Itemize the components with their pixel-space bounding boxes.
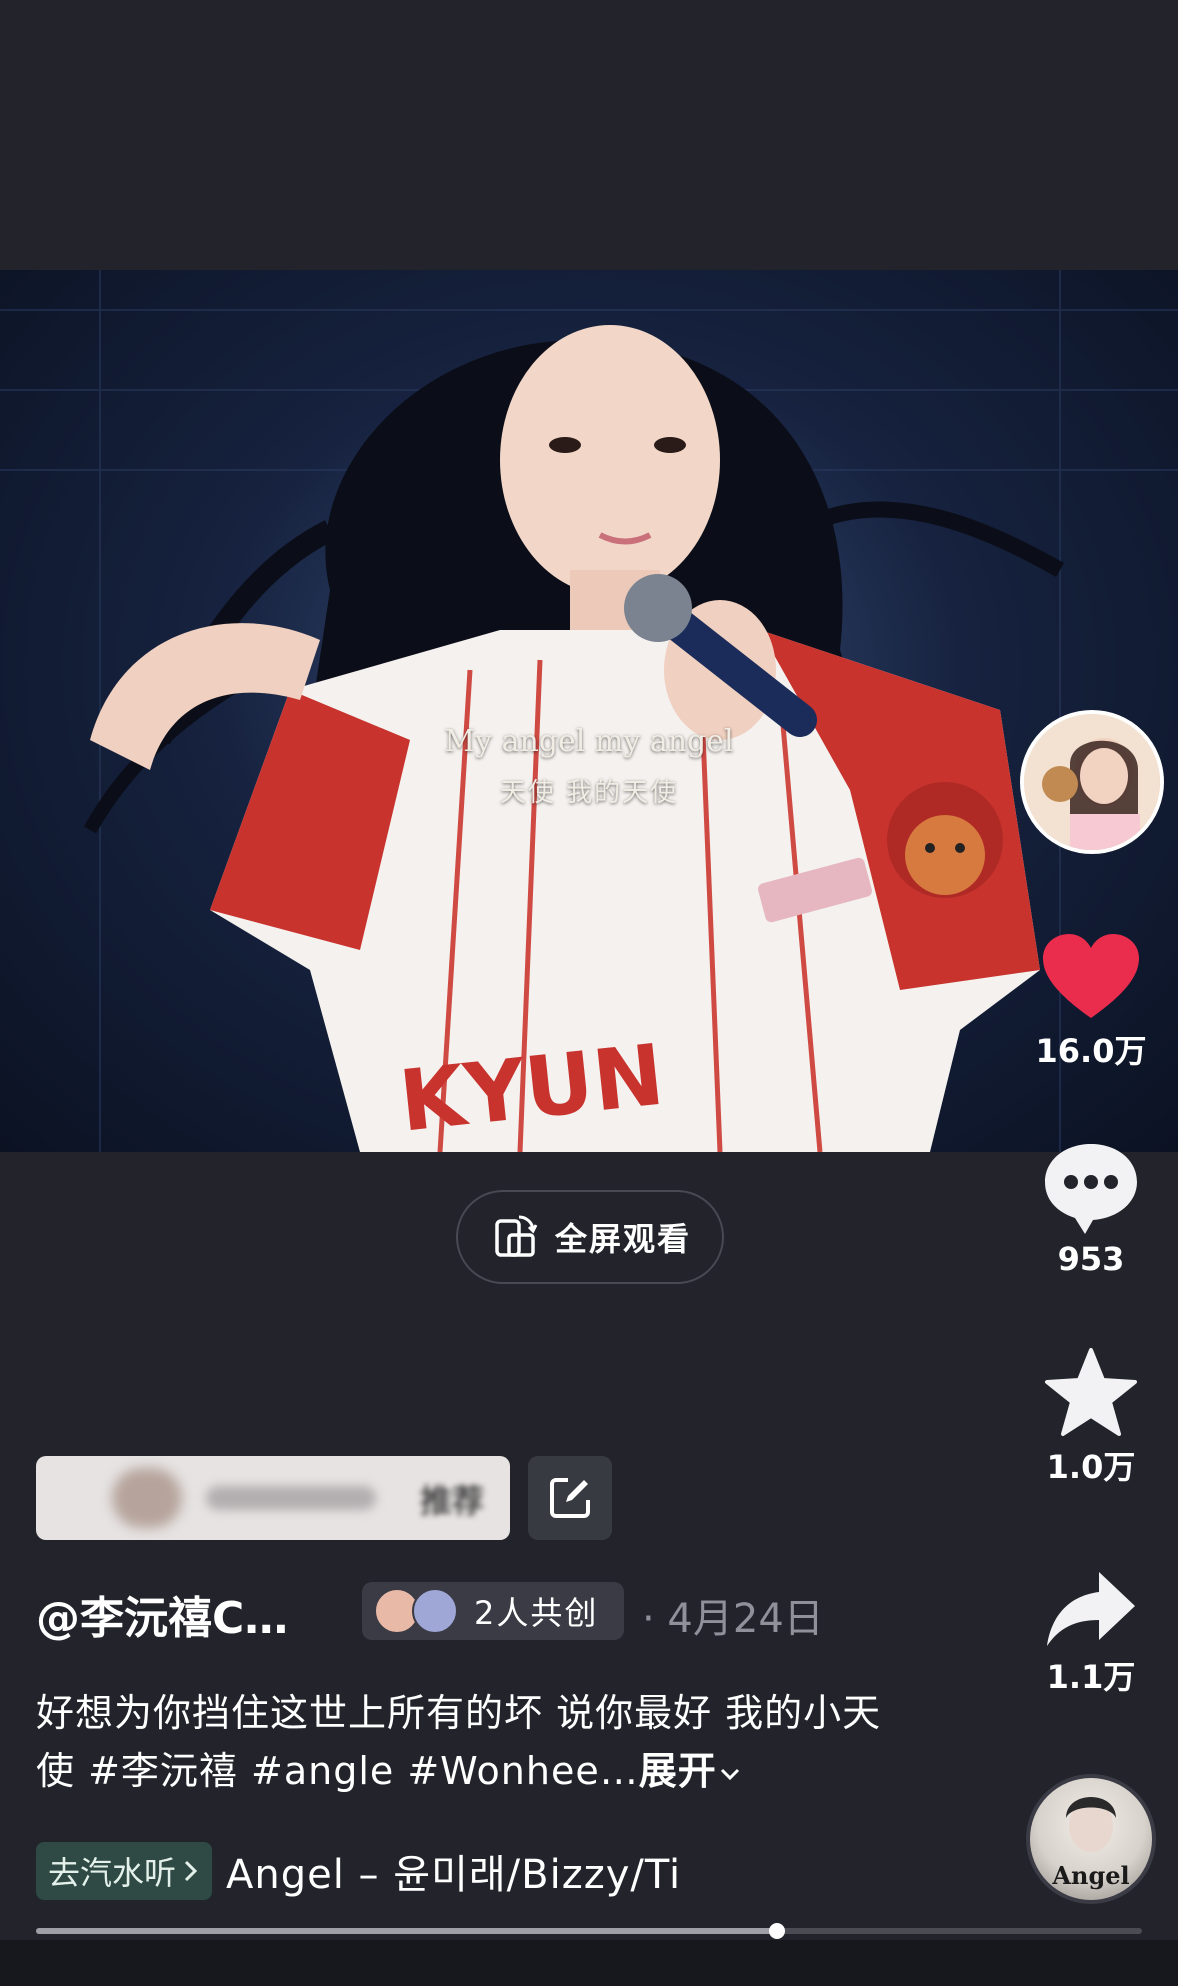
cocreator-avatar [412, 1588, 458, 1634]
edit-button[interactable] [528, 1456, 612, 1540]
cocreator-avatars [374, 1588, 460, 1634]
song-title[interactable]: Angel – 윤미래/Bizzy/Ti [226, 1842, 681, 1900]
expand-label: 展开 [638, 1749, 717, 1793]
video-player[interactable]: KYUN My angel my angel 天使 我的天使 [0, 270, 1178, 1152]
qishui-tag-label: 去汽水听 [48, 1854, 177, 1892]
cocreate-badge[interactable]: 2人共创 [362, 1582, 624, 1640]
chevron-down-icon [720, 1768, 739, 1780]
fullscreen-button[interactable]: 全屏观看 [456, 1190, 724, 1284]
subtitle-chinese: 天使 我的天使 [499, 778, 679, 808]
author-name[interactable]: @李沅禧C… [36, 1582, 288, 1646]
favorite-button[interactable]: 1.0万 [1016, 1346, 1166, 1488]
edit-icon [550, 1478, 590, 1518]
like-count: 16.0万 [1035, 1032, 1147, 1070]
progress-knob[interactable] [769, 1923, 786, 1939]
expand-link[interactable]: 展开 [639, 1749, 743, 1793]
video-description[interactable]: 好想为你挡住这世上所有的坏 说你最好 我的小天使 #李沅禧 #angle #Wo… [36, 1684, 916, 1800]
description-text: 好想为你挡住这世上所有的坏 说你最好 我的小天使 #李沅禧 #angle #Wo… [36, 1691, 882, 1793]
recommend-chip[interactable]: 推荐 [36, 1456, 510, 1540]
avatar-picture [1024, 714, 1160, 850]
fullscreen-label: 全屏观看 [554, 1220, 691, 1258]
video-frame-illustration: KYUN [0, 270, 1178, 1152]
favorite-count: 1.0万 [1046, 1448, 1136, 1486]
music-cover-word: Angel [1052, 1861, 1130, 1890]
comment-button[interactable]: 953 [1016, 1140, 1166, 1278]
chevron-right-icon [184, 1860, 198, 1882]
music-row: 去汽水听 Angel – 윤미래/Bizzy/Ti [36, 1842, 681, 1900]
author-avatar[interactable] [1020, 710, 1164, 854]
playback-progress[interactable] [36, 1923, 1142, 1939]
recommend-label: 推荐 [419, 1482, 484, 1520]
like-button[interactable]: 16.0万 [1016, 932, 1166, 1072]
share-count: 1.1万 [1046, 1658, 1136, 1696]
star-icon [1045, 1348, 1137, 1436]
heart-icon [1043, 934, 1139, 1018]
post-date: · 4月24日 [642, 1596, 824, 1642]
comment-icon [1045, 1144, 1137, 1234]
music-disc[interactable]: Angel [1026, 1774, 1156, 1904]
subtitle-english: My angel my angel [444, 724, 734, 759]
cocreate-label: 2人共创 [474, 1594, 599, 1632]
progress-fill [36, 1928, 778, 1934]
bottom-bar [0, 1940, 1178, 1986]
share-icon [1047, 1572, 1135, 1646]
blurred-avatar [112, 1468, 182, 1528]
rotate-screen-icon [495, 1215, 538, 1257]
comment-count: 953 [1057, 1240, 1125, 1278]
blurred-text [206, 1486, 376, 1510]
open-in-qishui-button[interactable]: 去汽水听 [36, 1842, 213, 1900]
share-button[interactable]: 1.1万 [1016, 1568, 1166, 1698]
